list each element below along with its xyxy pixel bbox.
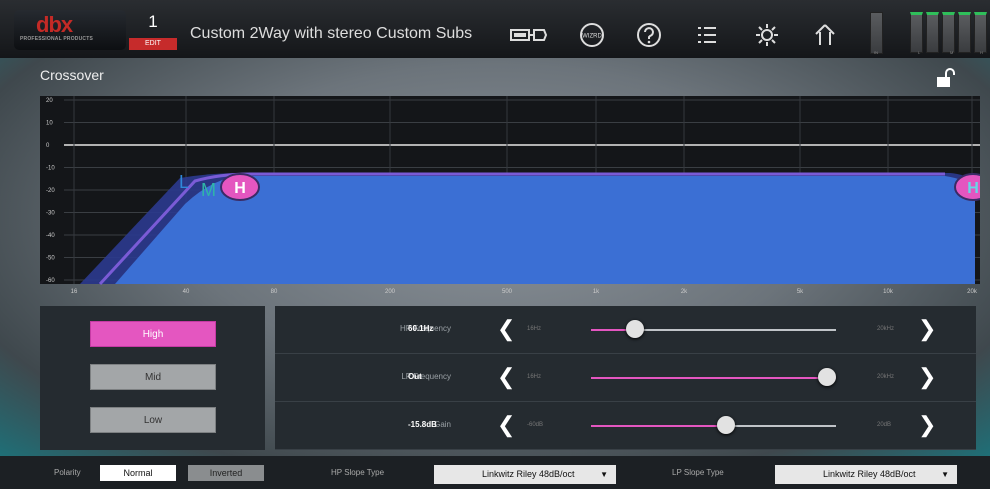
x-tick-label: 80 <box>271 289 278 295</box>
hp-slope-select[interactable]: Linkwitz Riley 48dB/oct ▼ <box>434 465 616 484</box>
crossover-graph[interactable]: 20100-10-20-30-40-50-60 16 40 80 200 500 1k 2k… <box>40 96 980 296</box>
lp-frequency-slider[interactable] <box>591 377 836 379</box>
chevron-down-icon: ▼ <box>600 470 608 479</box>
meter-label-in: IN <box>874 50 878 55</box>
marker-h: H <box>234 180 246 197</box>
polarity-label: Polarity <box>54 468 81 477</box>
polarity-normal-button[interactable]: Normal <box>100 465 176 481</box>
x-tick-label: 40 <box>183 289 190 295</box>
gain-max: 20dB <box>877 422 892 428</box>
band-selector-panel: High Mid Low <box>40 306 265 450</box>
chevron-left-icon[interactable]: ❮ <box>497 316 515 342</box>
x-tick-label: 5k <box>797 289 804 295</box>
meter-label-m: M <box>950 50 954 55</box>
chevron-right-icon[interactable]: ❯ <box>918 412 936 438</box>
wizard-icon[interactable]: WIZRD <box>577 22 607 54</box>
y-tick-label: -60 <box>46 278 55 284</box>
chevron-down-icon: ▼ <box>941 470 949 479</box>
y-tick-label: 10 <box>46 121 53 127</box>
signal-flow-icon[interactable] <box>508 22 550 54</box>
control-row: HP Frequency 60.1Hz ❮ 16Hz 20kHz ❯ <box>275 306 976 354</box>
gain-value: -15.8dB <box>408 420 437 429</box>
marker-l[interactable]: L <box>179 172 189 192</box>
hp-frequency-min: 16Hz <box>527 326 542 332</box>
band-button-low[interactable]: Low <box>90 407 216 433</box>
preset-name: Custom 2Way with stereo Custom Subs <box>190 25 473 42</box>
lp-slope-value: Linkwitz Riley 48dB/oct <box>823 469 916 479</box>
settings-gear-icon[interactable] <box>752 22 782 54</box>
gain-min: -60dB <box>527 422 544 428</box>
x-tick-label: 16 <box>71 289 78 295</box>
polarity-inverted-button[interactable]: Inverted <box>188 465 264 481</box>
meter-label-l: L <box>918 50 921 55</box>
y-tick-label: -50 <box>46 256 55 262</box>
slider-knob[interactable] <box>818 368 836 386</box>
lp-frequency-min: 16Hz <box>527 374 542 380</box>
meter-label-h: H <box>980 50 983 55</box>
x-tick-label: 20k <box>967 289 978 295</box>
help-icon[interactable] <box>634 22 664 54</box>
marker-h-lp: H <box>967 180 979 197</box>
slider-knob[interactable] <box>626 320 645 338</box>
slider-knob[interactable] <box>716 416 735 434</box>
logo-subtitle: PROFESSIONAL PRODUCTS <box>20 36 94 42</box>
home-icon[interactable] <box>810 22 840 54</box>
meter-m <box>942 12 955 53</box>
hp-slope-value: Linkwitz Riley 48dB/oct <box>482 469 575 479</box>
x-tick-label: 500 <box>502 289 513 295</box>
logo-text: dbx <box>36 12 73 37</box>
band-button-high[interactable]: High <box>90 321 216 347</box>
edit-button[interactable]: EDIT <box>129 38 177 50</box>
gain-slider[interactable] <box>591 425 836 427</box>
hp-slope-label: HP Slope Type <box>331 468 385 477</box>
x-tick-label: 2k <box>681 289 688 295</box>
section-title: Crossover <box>40 67 104 83</box>
slider-fill <box>591 377 836 379</box>
hp-frequency-max: 20kHz <box>877 326 895 332</box>
lp-slope-select[interactable]: Linkwitz Riley 48dB/oct ▼ <box>775 465 957 484</box>
footer-bar: Polarity Normal Inverted HP Slope Type L… <box>0 456 990 489</box>
y-tick-label: 20 <box>46 98 53 104</box>
slider-fill <box>591 425 726 427</box>
dbx-logo: dbx PROFESSIONAL PRODUCTS <box>14 10 126 50</box>
chevron-right-icon[interactable]: ❯ <box>918 364 936 390</box>
control-row: Gain -15.8dB ❮ -60dB 20dB ❯ <box>275 402 976 450</box>
hp-frequency-value: 60.1Hz <box>408 324 434 333</box>
menu-list-icon[interactable] <box>692 22 722 54</box>
meter-h <box>974 12 987 53</box>
y-tick-label: -40 <box>46 233 55 239</box>
preset-number: 1 <box>148 12 158 31</box>
band-button-mid[interactable]: Mid <box>90 364 216 390</box>
y-tick-label: -20 <box>46 188 55 194</box>
meter-l <box>910 12 923 53</box>
control-row: LP Frequency Out ❮ 16Hz 20kHz ❯ <box>275 354 976 402</box>
controls-panel: HP Frequency 60.1Hz ❮ 16Hz 20kHz ❯ LP Frequenc… <box>275 306 976 450</box>
x-tick-label: 200 <box>385 289 396 295</box>
marker-m[interactable]: M <box>201 180 216 200</box>
level-meters: IN L M H <box>868 12 987 56</box>
x-tick-label: 10k <box>883 289 894 295</box>
wizard-label: WIZRD <box>582 34 602 40</box>
meter-m2 <box>958 12 971 53</box>
y-tick-label: -30 <box>46 211 55 217</box>
unlock-icon[interactable] <box>935 68 955 88</box>
y-tick-label: -10 <box>46 166 55 172</box>
x-tick-label: 1k <box>593 289 600 295</box>
meter-l2 <box>926 12 939 53</box>
chevron-right-icon[interactable]: ❯ <box>918 316 936 342</box>
chevron-left-icon[interactable]: ❮ <box>497 412 515 438</box>
lp-frequency-max: 20kHz <box>877 374 895 380</box>
lp-frequency-value: Out <box>408 372 422 381</box>
lp-slope-label: LP Slope Type <box>672 468 724 477</box>
x-axis-labels: 16 40 80 200 500 1k 2k 5k 10k 20k <box>71 289 978 295</box>
meter-in <box>870 12 883 54</box>
chevron-left-icon[interactable]: ❮ <box>497 364 515 390</box>
